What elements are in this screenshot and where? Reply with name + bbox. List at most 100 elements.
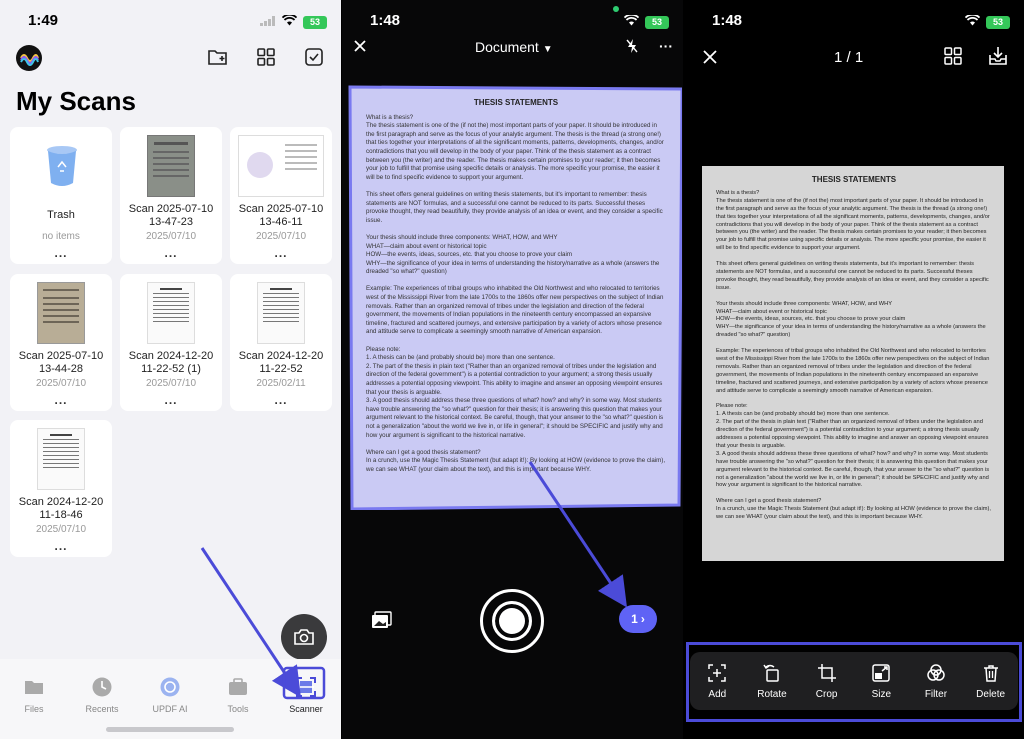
status-time: 1:49 [28,12,59,29]
tool-label: Crop [815,688,838,700]
resize-icon [872,663,891,682]
scan-card[interactable]: Scan 2025-07-10 13-46-11 2025/07/10 ... [230,127,332,264]
delete-button[interactable]: Delete [966,663,1016,700]
crop-button[interactable]: Crop [802,663,852,700]
ai-icon [159,676,181,698]
tab-label: Recents [85,704,119,714]
scan-thumbnail [147,135,195,197]
close-icon[interactable] [352,38,368,59]
tool-label: Delete [976,688,1006,700]
shutter-button[interactable] [480,589,544,653]
camera-icon [294,629,314,645]
card-title: Scan 2024-12-20 11-18-46 [18,496,104,521]
camera-active-dot [613,6,619,12]
document-body: What is a thesis? The thesis statement i… [716,189,991,521]
document-body: What is a thesis? The thesis statement i… [366,113,666,473]
folder-icon [23,676,45,698]
more-options-button[interactable]: ... [230,246,332,260]
scan-thumbnail [37,428,85,490]
rotate-button[interactable]: Rotate [747,663,797,700]
tool-label: Size [871,688,892,700]
card-subtitle: 2025/07/10 [35,524,87,535]
scan-card[interactable]: Scan 2024-12-20 11-18-46 2025/07/10 ... [10,420,112,557]
scan-card[interactable]: Scan 2024-12-20 11-22-52 2025/02/11 ... [230,274,332,411]
status-time: 1:48 [712,12,743,29]
size-button[interactable]: Size [856,663,906,700]
card-subtitle: no items [42,231,80,242]
more-menu-icon[interactable]: ··· [659,38,673,54]
scan-card[interactable]: Scan 2024-12-20 11-22-52 (1) 2025/07/10 … [120,274,222,411]
grid-view-icon[interactable] [255,46,277,68]
close-icon[interactable] [702,49,718,70]
scan-card[interactable]: Scan 2025-07-10 13-44-28 2025/07/10 ... [10,274,112,411]
scan-thumbnail [238,135,324,197]
more-options-button[interactable]: ... [230,393,332,407]
rotate-icon [763,664,779,682]
chevron-right-icon: › [640,612,645,626]
more-options-button[interactable]: ... [120,393,222,407]
card-title: Scan 2025-07-10 13-47-23 [128,203,214,228]
scan-card[interactable]: Scan 2025-07-10 13-47-23 2025/07/10 ... [120,127,222,264]
document-title: THESIS STATEMENTS [811,176,897,184]
tab-label: Scanner [289,704,323,714]
select-checkbox-icon[interactable] [303,46,325,68]
wifi-icon [281,13,298,31]
status-time: 1:48 [370,12,401,29]
camera-scan-button[interactable] [281,614,327,660]
scan-thumbnail [257,282,305,344]
scan-mode-selector[interactable]: Document ▼ [475,39,553,55]
tool-label: Rotate [757,688,787,700]
tab-label: Files [24,704,44,714]
tab-updf-ai[interactable]: UPDF AI [136,676,204,714]
page-indicator: 1 / 1 [834,49,864,66]
wifi-icon [623,13,640,31]
tab-scanner[interactable]: Scanner [272,676,340,714]
more-options-button[interactable]: ... [10,246,112,260]
caret-down-icon: ▼ [542,44,553,55]
battery-indicator: 53 [986,15,1010,29]
flash-off-icon[interactable] [625,38,639,59]
more-options-button[interactable]: ... [120,246,222,260]
tab-recents[interactable]: Recents [68,676,136,714]
detected-document: THESIS STATEMENTS What is a thesis? The … [346,85,682,510]
trash-icon [46,145,78,192]
save-download-icon[interactable] [987,45,1009,72]
filter-icon [927,663,945,681]
tab-label: UPDF AI [152,704,188,714]
signal-icon [260,13,276,31]
filter-button[interactable]: Filter [911,663,961,700]
tab-label: Tools [227,704,249,714]
grid-view-icon[interactable] [944,47,962,70]
card-subtitle: 2025/07/10 [35,378,87,389]
scanner-icon [295,676,317,698]
card-title: Scan 2025-07-10 13-46-11 [238,203,324,228]
status-bar: 1:48 53 [684,0,1024,40]
gallery-icon[interactable] [371,611,393,634]
battery-indicator: 53 [303,15,327,29]
captured-pages-button[interactable]: 1 › [619,605,657,633]
scan-thumbnail [147,282,195,344]
document-title: THESIS STATEMENTS [473,99,559,107]
card-title: Scan 2024-12-20 11-22-52 [238,350,324,375]
more-options-button[interactable]: ... [10,539,112,553]
page-title: My Scans [16,86,136,116]
page-count-badge: 1 [631,612,638,626]
scan-mode-label: Document [475,39,539,55]
wifi-icon [964,13,981,31]
edit-toolbar: Add Rotate Crop Size Filter Delete [690,652,1018,710]
tool-label: Add [708,688,727,700]
more-options-button[interactable]: ... [10,393,112,407]
scan-thumbnail [37,282,85,344]
tab-files[interactable]: Files [0,676,68,714]
tab-tools[interactable]: Tools [204,676,272,714]
home-indicator [106,727,234,732]
my-scans-screen: 1:49 53 My Scans Trash no items ... Scan… [0,0,341,739]
card-subtitle: 2025/07/10 [145,231,197,242]
card-subtitle: 2025/07/10 [255,231,307,242]
new-folder-icon[interactable] [207,46,229,68]
app-logo-icon[interactable] [16,45,42,71]
tool-label: Filter [924,688,948,700]
trash-card[interactable]: Trash no items ... [10,127,112,264]
card-subtitle: 2025/07/10 [145,378,197,389]
add-button[interactable]: Add [692,663,742,700]
